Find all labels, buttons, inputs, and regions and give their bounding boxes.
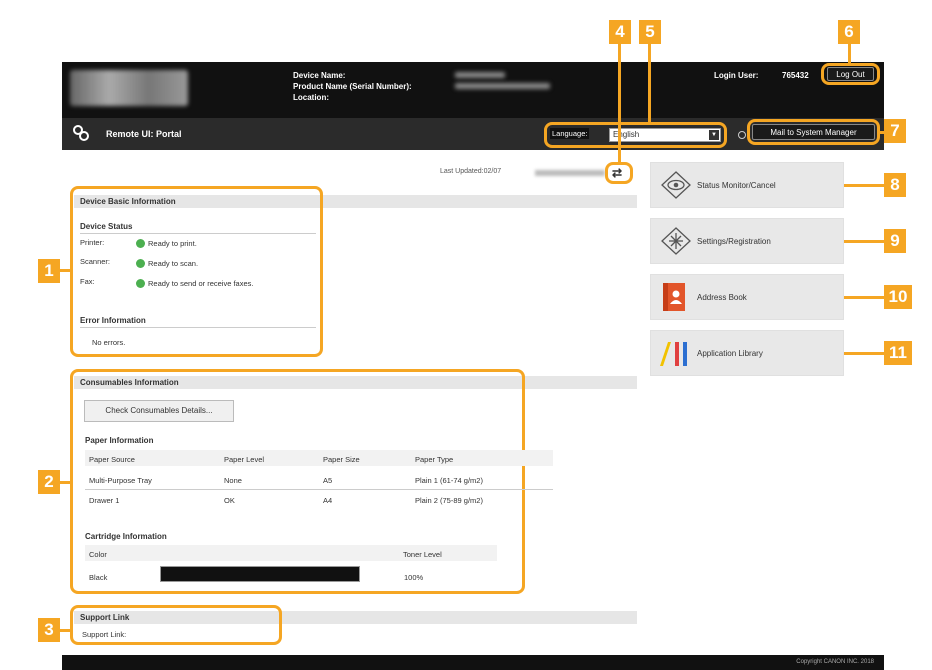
divider [80, 233, 316, 234]
product-name-label: Product Name (Serial Number): [293, 82, 412, 91]
error-value: No errors. [92, 338, 126, 347]
eye-icon [660, 170, 692, 200]
device-status-heading: Device Status [80, 222, 133, 231]
paper-row-1-type: Plain 1 (61-74 g/m2) [415, 476, 483, 485]
callout-line-6 [848, 43, 851, 65]
last-updated-text: Last Updated:02/07 [440, 168, 502, 175]
paper-col-source: Paper Source [89, 455, 135, 464]
callout-marker-4: 4 [609, 20, 631, 44]
callout-marker-10: 10 [884, 285, 912, 309]
callout-line-4 [618, 43, 621, 164]
callout-line-5 [648, 43, 651, 124]
application-library-icon [657, 338, 693, 368]
login-user-label: Login User: [714, 71, 759, 80]
status-monitor-label: Status Monitor/Cancel [697, 181, 776, 190]
scanner-status: Ready to scan. [148, 259, 199, 268]
address-book-icon [662, 282, 688, 312]
application-library-label: Application Library [697, 349, 763, 358]
cartridge-col-level: Toner Level [403, 550, 442, 559]
cartridge-row-color: Black [89, 573, 108, 582]
support-link-highlight [70, 605, 282, 645]
status-ok-icon [136, 279, 145, 288]
error-info-heading: Error Information [80, 316, 146, 325]
product-name-value [455, 83, 550, 89]
fax-label: Fax: [80, 277, 95, 286]
portal-icon [72, 124, 90, 142]
callout-marker-9: 9 [884, 229, 906, 253]
callout-marker-8: 8 [884, 173, 906, 197]
mail-to-system-manager-button[interactable]: Mail to System Manager [752, 124, 875, 140]
paper-table-header [85, 450, 553, 466]
callout-marker-5: 5 [639, 20, 661, 44]
paper-row-2-type: Plain 2 (75-89 g/m2) [415, 496, 483, 505]
divider [80, 327, 316, 328]
footer: Copyright CANON INC. 2018 [62, 655, 884, 670]
divider [85, 489, 553, 490]
callout-marker-3: 3 [38, 618, 60, 642]
paper-col-type: Paper Type [415, 455, 454, 464]
device-basic-highlight [70, 186, 323, 357]
cartridge-col-color: Color [89, 550, 107, 559]
printer-label: Printer: [80, 238, 105, 247]
callout-line-10 [844, 296, 886, 299]
callout-marker-7: 7 [884, 119, 906, 143]
refresh-icon[interactable]: ⇄ [612, 166, 622, 180]
callout-marker-11: 11 [884, 341, 912, 365]
callout-marker-2: 2 [38, 470, 60, 494]
toner-level-bar [160, 566, 360, 582]
address-book-label: Address Book [697, 293, 747, 302]
callout-marker-6: 6 [838, 20, 860, 44]
paper-row-1-level: None [224, 476, 242, 485]
cartridge-row-level: 100% [404, 573, 424, 582]
callout-line-9 [844, 240, 886, 243]
canon-logo [70, 70, 188, 106]
chevron-down-icon: ▼ [709, 130, 719, 140]
location-label: Location: [293, 93, 329, 102]
status-ok-icon [136, 239, 145, 248]
callout-line-1 [60, 269, 72, 272]
status-ok-icon [136, 259, 145, 268]
paper-row-2-level: OK [224, 496, 235, 505]
paper-row-2-source: Drawer 1 [89, 496, 120, 505]
settings-registration-label: Settings/Registration [697, 237, 771, 246]
printer-status: Ready to print. [148, 239, 197, 248]
toner-level-fill [161, 567, 359, 581]
device-name-value [455, 72, 505, 78]
paper-row-1-size: A5 [323, 476, 333, 485]
support-link-label: Support Link: [82, 630, 127, 639]
callout-marker-1: 1 [38, 259, 60, 283]
paper-col-level: Paper Level [224, 455, 265, 464]
last-updated-value [535, 170, 605, 176]
paper-row-1-source: Multi-Purpose Tray [89, 476, 152, 485]
login-user-value: 765432 [782, 71, 809, 80]
language-circle-icon [738, 131, 746, 139]
scanner-label: Scanner: [80, 257, 111, 266]
paper-row-2-size: A4 [323, 496, 333, 505]
paper-col-size: Paper Size [323, 455, 360, 464]
device-name-label: Device Name: [293, 71, 346, 80]
fax-status: Ready to send or receive faxes. [148, 279, 254, 288]
check-consumables-button[interactable]: Check Consumables Details... [84, 400, 234, 422]
page-title: Remote UI: Portal [106, 129, 182, 139]
callout-line-8 [844, 184, 886, 187]
cartridge-info-heading: Cartridge Information [85, 532, 167, 541]
callout-line-11 [844, 352, 886, 355]
callout-line-3 [60, 629, 72, 632]
callout-line-2 [60, 481, 72, 484]
settings-icon [660, 226, 692, 256]
language-select[interactable]: English ▼ [609, 128, 721, 142]
logout-button[interactable]: Log Out [827, 67, 874, 81]
language-select-value: English [613, 130, 640, 139]
paper-info-heading: Paper Information [85, 436, 154, 445]
language-label: Language: [550, 128, 590, 139]
